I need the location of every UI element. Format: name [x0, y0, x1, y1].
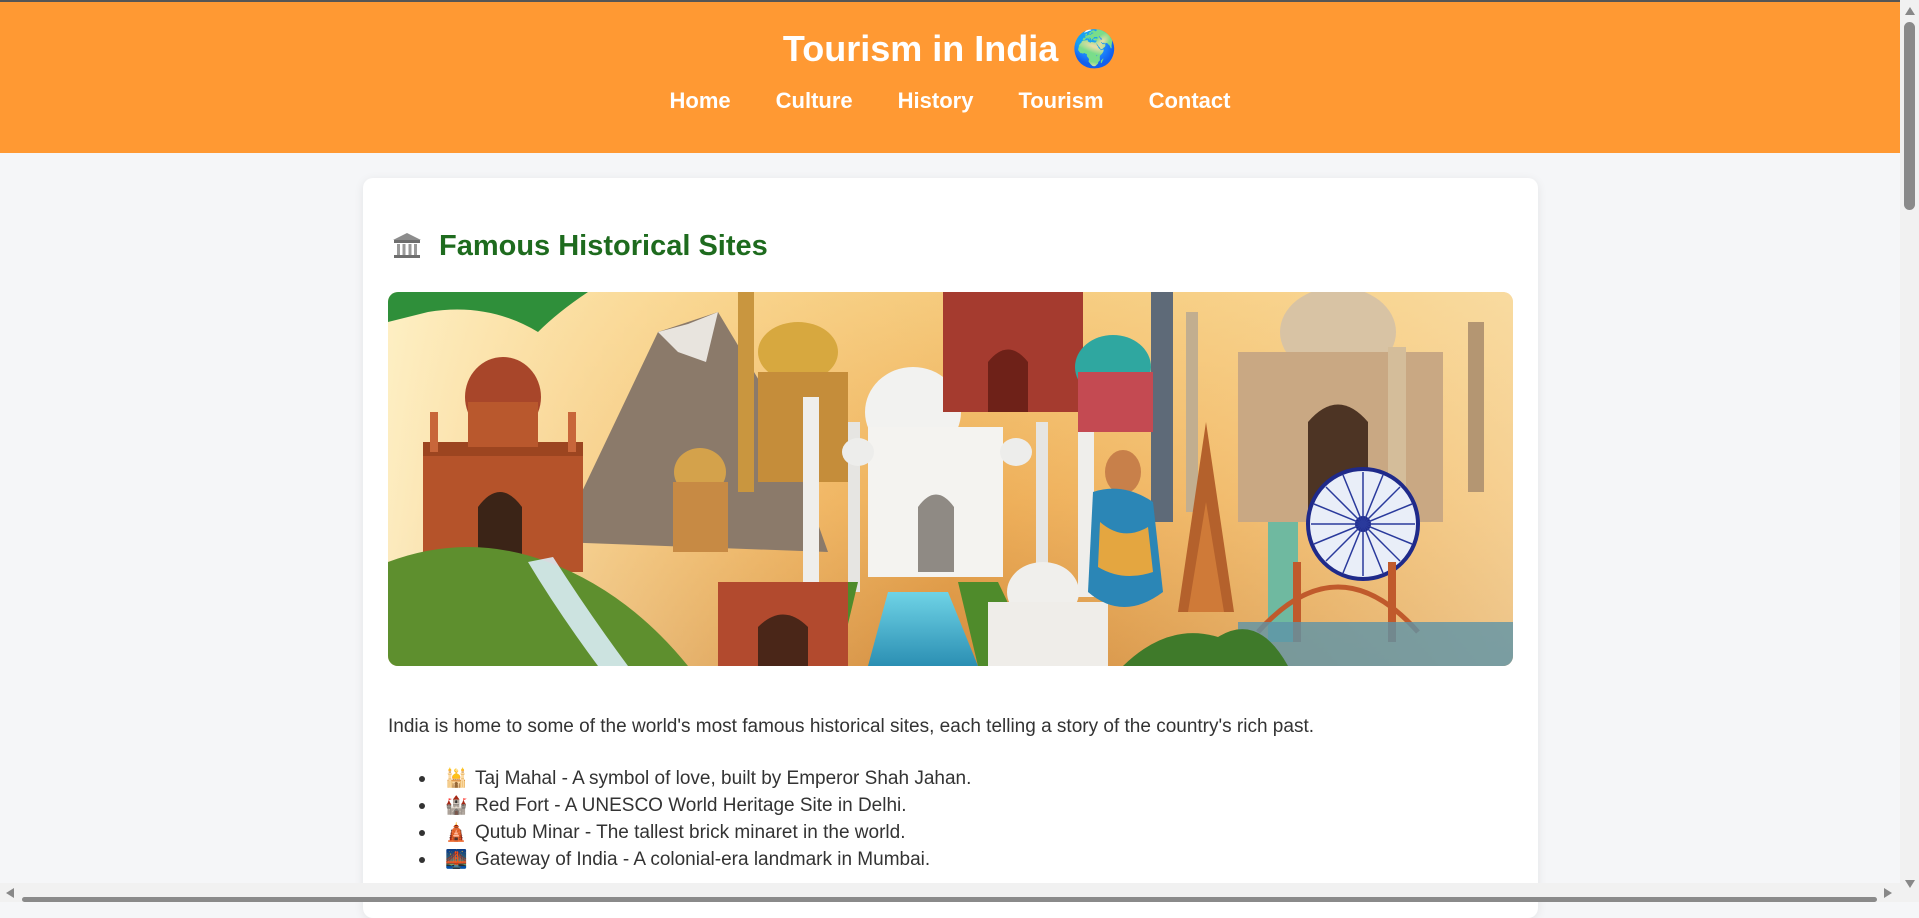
scroll-up-arrow-icon[interactable]	[1905, 7, 1915, 15]
mosque-icon: 🕌	[445, 768, 468, 788]
nav-history[interactable]: History	[897, 87, 975, 115]
nav-tourism[interactable]: Tourism	[1017, 87, 1104, 115]
horizontal-scrollbar[interactable]	[0, 883, 1900, 902]
nav-home[interactable]: Home	[669, 87, 732, 115]
site-title: Tourism in India 🌍	[0, 28, 1900, 70]
historical-sites-list: 🕌 Taj Mahal - A symbol of love, built by …	[388, 765, 1508, 873]
scroll-down-arrow-icon[interactable]	[1905, 880, 1915, 888]
temple-icon: 🛕	[445, 822, 468, 842]
list-item: 🛕 Qutub Minar - The tallest brick minaret…	[388, 819, 1508, 846]
bridge-icon: 🌉	[445, 849, 468, 869]
list-item-text: Red Fort - A UNESCO World Heritage Site …	[475, 795, 907, 816]
scroll-left-arrow-icon[interactable]	[6, 888, 14, 898]
site-header: Tourism in India 🌍 Home Culture History T…	[0, 2, 1900, 153]
vertical-scroll-thumb[interactable]	[1904, 22, 1915, 210]
list-item-text: Taj Mahal - A symbol of love, built by E…	[475, 768, 972, 789]
site-title-text: Tourism in India	[782, 28, 1059, 69]
list-item: 🌉 Gateway of India - A colonial-era landm…	[388, 846, 1508, 873]
main-nav: Home Culture History Tourism Contact	[0, 87, 1900, 115]
list-item-text: Qutub Minar - The tallest brick minaret …	[475, 822, 906, 843]
content-card: Famous Historical Sites India is home to…	[363, 178, 1538, 918]
nav-contact[interactable]: Contact	[1148, 87, 1232, 115]
nav-culture[interactable]: Culture	[775, 87, 854, 115]
globe-icon: 🌍	[1072, 28, 1118, 69]
historical-sites-collage-image	[388, 292, 1513, 666]
vertical-scrollbar[interactable]	[1900, 0, 1919, 902]
intro-paragraph: India is home to some of the world's mos…	[388, 716, 1314, 737]
list-item: 🕌 Taj Mahal - A symbol of love, built by …	[388, 765, 1508, 792]
section-heading-text: Famous Historical Sites	[439, 230, 768, 262]
scroll-right-arrow-icon[interactable]	[1884, 888, 1892, 898]
castle-icon: 🏰	[445, 795, 468, 815]
list-item: 🏰 Red Fort - A UNESCO World Heritage Site…	[388, 792, 1508, 819]
horizontal-scroll-thumb[interactable]	[22, 897, 1877, 902]
section-heading: Famous Historical Sites	[391, 228, 768, 264]
list-item-text: Gateway of India - A colonial-era landma…	[475, 849, 931, 870]
landmark-icon	[393, 233, 421, 258]
